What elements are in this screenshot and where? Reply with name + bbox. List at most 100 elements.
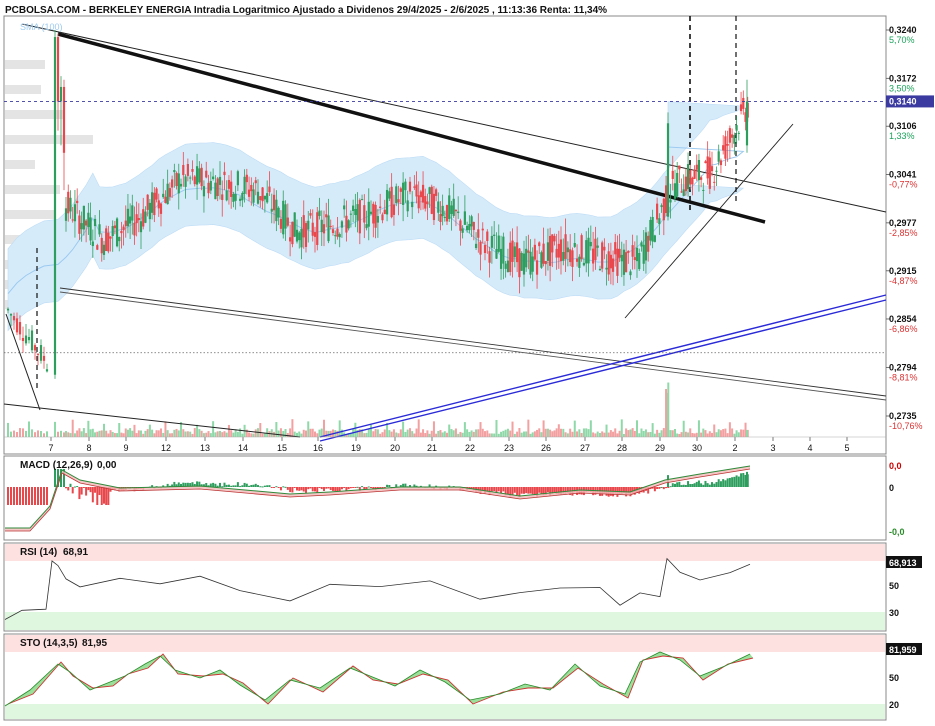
candle-body (82, 205, 85, 230)
candle-body (638, 252, 641, 270)
macd-bar (332, 487, 334, 491)
volume-bar (200, 430, 203, 437)
candle-body (402, 182, 405, 205)
candle-body (241, 192, 244, 201)
volume-bar (502, 430, 505, 437)
volume-bar (612, 431, 615, 437)
candle-body (575, 258, 579, 262)
candle-body (115, 218, 119, 247)
volume-bar (111, 431, 114, 437)
volume-bar (363, 433, 366, 437)
volume-bar (633, 430, 636, 437)
candle-body (406, 200, 409, 212)
volume-bar (740, 429, 743, 437)
candle-body (518, 248, 521, 278)
volume-bar (562, 428, 565, 437)
candle-body (340, 221, 344, 228)
rsi-current-label: 68,913 (889, 558, 917, 568)
macd-bar (320, 487, 323, 490)
candle-body (225, 190, 228, 201)
volume-bar (497, 433, 500, 437)
macd-bar (266, 485, 269, 487)
volume-bar (54, 421, 56, 437)
macd-bar (702, 484, 705, 487)
macd-bar (239, 486, 242, 488)
candle-body (374, 204, 377, 228)
macd-bar (89, 487, 92, 493)
candle-body (166, 183, 169, 205)
volume-bar (516, 431, 519, 437)
volume-bar (279, 428, 282, 437)
volume-bar (651, 423, 654, 437)
candle-body (98, 224, 101, 235)
volume-bar (314, 431, 316, 437)
volume-bar (379, 433, 382, 437)
candle-body (376, 216, 379, 223)
volume-bar (607, 432, 610, 437)
candle-body (651, 216, 654, 242)
candle-body (457, 211, 460, 214)
volume-bar (417, 419, 420, 437)
volume-bar (452, 430, 455, 437)
macd-bar (336, 487, 339, 492)
candle-body (56, 37, 60, 102)
chart-title: PCBOLSA.COM - BERKELEY ENERGIA Intradia … (5, 5, 607, 16)
price-axis: 0,32405,70%0,31723,50%0,31061,33%0,3041-… (886, 25, 934, 431)
price-tick-pct: 5,70% (889, 35, 915, 45)
macd-bar (395, 484, 398, 487)
candle-body (691, 177, 694, 185)
macd-bar (361, 486, 364, 488)
volume-bar (227, 424, 230, 437)
volume-bar (105, 430, 108, 437)
macd-bar (713, 483, 716, 487)
candle-body (695, 164, 698, 170)
volume-bar (25, 430, 27, 437)
volume-bar (248, 432, 251, 437)
volume-bar (551, 431, 554, 437)
date-tick-label: 15 (277, 443, 287, 453)
macd-bar (282, 486, 285, 488)
date-tick-label: 19 (351, 443, 361, 453)
candle-body (118, 237, 121, 242)
volume-bar (22, 428, 24, 437)
macd-bar (665, 487, 668, 489)
volume-bar (193, 428, 196, 437)
volume-bar (470, 430, 473, 437)
volume-bar (640, 428, 643, 437)
candle-body (553, 235, 556, 242)
candle-body (59, 86, 63, 102)
candle-body (388, 191, 391, 199)
macd-bar (34, 487, 36, 505)
volume-bar (259, 423, 262, 437)
volume-bar (627, 430, 630, 437)
date-tick-label: 8 (86, 443, 91, 453)
date-tick-label: 12 (161, 443, 171, 453)
candle-body (36, 353, 40, 355)
candle-body (191, 169, 194, 172)
price-tick-label: 0,2977 (889, 218, 917, 228)
macd-bar (653, 487, 656, 492)
volume-bar (80, 431, 83, 437)
volume-bar (43, 433, 45, 437)
volume-bar (234, 429, 237, 437)
macd-bar (700, 483, 703, 487)
macd-bar (214, 483, 217, 487)
candle-body (533, 244, 536, 260)
volume-bar (157, 430, 160, 437)
macd-bar (19, 487, 21, 505)
volume-bar (63, 432, 65, 437)
volume-bar (731, 428, 734, 437)
candle-body (580, 235, 583, 260)
volume-bar (415, 428, 418, 437)
macd-value: 0,00 (97, 460, 117, 471)
macd-bar (105, 487, 108, 505)
candle-body (320, 219, 323, 233)
volume-bar (715, 432, 718, 437)
macd-bar (71, 487, 74, 494)
volume-bar (175, 428, 178, 437)
macd-bar (691, 484, 694, 487)
candle-body (259, 196, 262, 200)
macd-bar (296, 487, 298, 491)
candle-body (200, 167, 203, 187)
volume-bar (73, 433, 76, 437)
